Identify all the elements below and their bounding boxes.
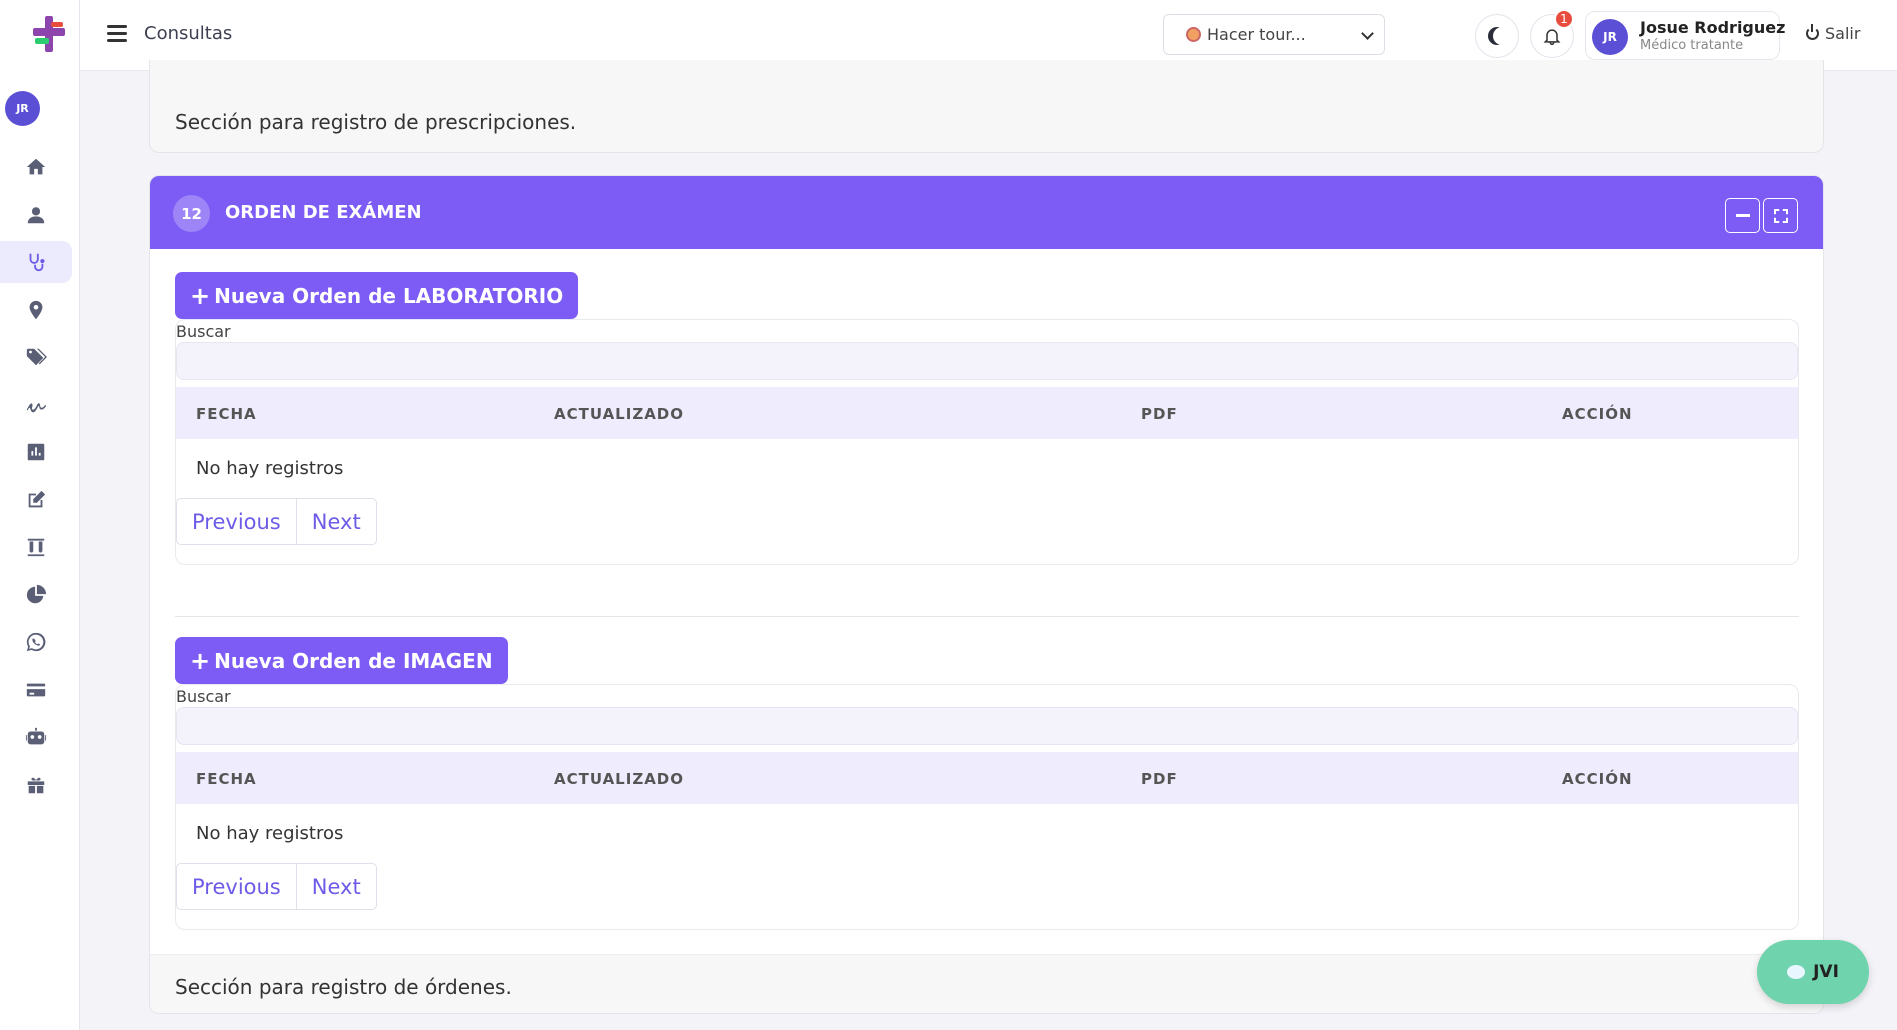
bell-icon — [1543, 29, 1561, 46]
sidebar-item-consultas[interactable] — [0, 241, 72, 283]
minus-icon — [1735, 214, 1750, 217]
sidebar-item-lab[interactable] — [0, 526, 72, 568]
credit-card-icon — [26, 683, 46, 697]
column-header-pdf[interactable]: PDF — [1141, 770, 1178, 788]
previous-page-button[interactable]: Previous — [176, 498, 297, 545]
image-search-input[interactable] — [176, 707, 1798, 745]
column-header-fecha[interactable]: FECHA — [196, 770, 257, 788]
location-pin-icon — [29, 300, 43, 320]
robot-icon — [25, 727, 47, 745]
column-header-pdf[interactable]: PDF — [1141, 405, 1178, 423]
lab-search-input[interactable] — [176, 342, 1798, 380]
next-page-button[interactable]: Next — [296, 863, 377, 910]
card-header: 12 ORDEN DE EXÁMEN — [150, 176, 1823, 249]
sidebar-item-edit[interactable] — [0, 479, 72, 521]
sidebar-item-signature[interactable] — [0, 384, 72, 426]
chat-assistant-button[interactable]: JVI — [1757, 940, 1869, 1004]
sidebar-avatar[interactable]: JR — [5, 91, 40, 126]
orders-footer-text: Sección para registro de órdenes. — [175, 975, 512, 999]
exam-order-card: 12 ORDEN DE EXÁMEN + Nueva Orden de LABO… — [149, 175, 1824, 1014]
sidebar-item-patients[interactable] — [0, 194, 72, 236]
compass-icon — [1186, 27, 1201, 42]
sidebar-item-whatsapp[interactable] — [0, 621, 72, 663]
table-header: FECHA ACTUALIZADO PDF ACCIÓN — [176, 752, 1798, 804]
plus-icon: + — [190, 281, 211, 310]
gift-icon — [27, 777, 45, 794]
whatsapp-icon — [26, 632, 46, 652]
sidebar: JR — [0, 0, 80, 1030]
expand-icon — [1773, 208, 1788, 223]
chevron-down-icon — [1361, 27, 1374, 40]
pagination: Previous Next — [176, 498, 377, 545]
logout-label: Salir — [1825, 24, 1861, 43]
page-title: Consultas — [144, 23, 233, 44]
new-image-order-label: Nueva Orden de IMAGEN — [214, 648, 493, 673]
collapse-button[interactable] — [1725, 198, 1760, 233]
next-page-button[interactable]: Next — [296, 498, 377, 545]
prescriptions-card: Sección para registro de prescripciones. — [149, 60, 1824, 153]
sidebar-item-tags[interactable] — [0, 336, 72, 378]
image-orders-table: Buscar FECHA ACTUALIZADO PDF ACCIÓN No h… — [175, 684, 1799, 930]
prescriptions-footer-text: Sección para registro de prescripciones. — [175, 110, 577, 134]
chat-bubble-icon — [1787, 965, 1806, 979]
tour-select-value: Hacer tour... — [1207, 25, 1306, 44]
column-header-actualizado[interactable]: ACTUALIZADO — [554, 770, 684, 788]
menu-toggle-icon[interactable] — [107, 25, 127, 43]
column-header-actualizado[interactable]: ACTUALIZADO — [554, 405, 684, 423]
home-icon — [26, 158, 46, 175]
sidebar-item-gifts[interactable] — [0, 764, 72, 806]
card-title: ORDEN DE EXÁMEN — [225, 202, 422, 223]
section-divider — [175, 616, 1799, 617]
new-lab-order-button[interactable]: + Nueva Orden de LABORATORIO — [175, 272, 579, 319]
sidebar-item-reports[interactable] — [0, 431, 72, 473]
logout-button[interactable]: Salir — [1806, 24, 1860, 43]
pie-chart-icon — [26, 584, 47, 604]
sidebar-item-home[interactable] — [0, 146, 72, 188]
test-tubes-icon — [27, 538, 45, 557]
signature-icon — [26, 403, 47, 413]
empty-table-message: No hay registros — [196, 458, 344, 479]
sidebar-item-locations[interactable] — [0, 289, 72, 331]
plus-icon: + — [190, 646, 211, 675]
stethoscope-icon — [29, 253, 45, 272]
dark-mode-toggle[interactable] — [1475, 14, 1519, 58]
moon-icon — [1493, 27, 1511, 45]
column-header-accion[interactable]: ACCIÓN — [1562, 405, 1633, 423]
section-number-badge: 12 — [173, 195, 210, 232]
user-icon — [27, 207, 45, 224]
bar-chart-icon — [27, 443, 45, 461]
pagination: Previous Next — [176, 863, 377, 910]
new-lab-order-label: Nueva Orden de LABORATORIO — [214, 283, 564, 308]
maximize-button[interactable] — [1763, 198, 1798, 233]
user-menu[interactable]: JR Josue Rodriguez Médico tratante — [1585, 11, 1785, 60]
tags-icon — [26, 348, 47, 366]
column-header-accion[interactable]: ACCIÓN — [1562, 770, 1633, 788]
sidebar-item-billing[interactable] — [0, 669, 72, 711]
sidebar-item-bot[interactable] — [0, 716, 72, 758]
tour-select[interactable]: Hacer tour... — [1163, 14, 1385, 55]
search-label: Buscar — [176, 322, 231, 341]
user-role: Médico tratante — [1640, 38, 1744, 53]
new-image-order-button[interactable]: + Nueva Orden de IMAGEN — [175, 637, 508, 684]
previous-page-button[interactable]: Previous — [176, 863, 297, 910]
user-name: Josue Rodriguez — [1640, 18, 1786, 37]
chat-label: JVI — [1813, 962, 1839, 982]
sidebar-item-stats[interactable] — [0, 574, 72, 616]
search-label: Buscar — [176, 687, 231, 706]
power-icon — [1806, 24, 1819, 40]
notification-count-badge: 1 — [1554, 9, 1574, 29]
app-logo-icon[interactable] — [31, 14, 67, 54]
empty-table-message: No hay registros — [196, 823, 344, 844]
edit-icon — [28, 490, 46, 508]
card-footer: Sección para registro de órdenes. — [150, 954, 1823, 1013]
avatar: JR — [1592, 19, 1628, 55]
lab-orders-table: Buscar FECHA ACTUALIZADO PDF ACCIÓN No h… — [175, 319, 1799, 565]
table-header: FECHA ACTUALIZADO PDF ACCIÓN — [176, 387, 1798, 439]
column-header-fecha[interactable]: FECHA — [196, 405, 257, 423]
